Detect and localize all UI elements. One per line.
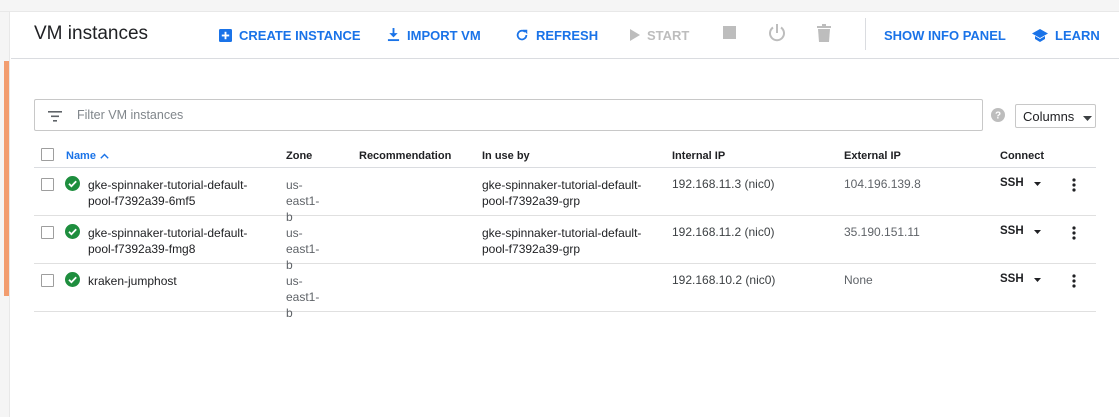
import-vm-label: IMPORT VM [407, 27, 481, 43]
columns-label: Columns [1023, 108, 1075, 124]
instance-in-use-by-line2: pool-f7392a39-grp [482, 194, 581, 208]
refresh-icon [515, 28, 529, 42]
instance-in-use-by-line2: pool-f7392a39-grp [482, 242, 581, 256]
instance-name-line1: gke-spinnaker-tutorial-default- [88, 226, 248, 240]
column-header-in-use-by: In use by [482, 150, 530, 162]
instance-name[interactable]: kraken-jumphost [88, 273, 263, 289]
instance-name-line1: kraken-jumphost [88, 274, 177, 288]
column-header-name: Name [66, 150, 96, 162]
column-header-connect: Connect [1000, 150, 1044, 162]
play-icon [630, 29, 640, 41]
columns-button[interactable]: Columns [1015, 104, 1096, 128]
page-title: VM instances [34, 23, 149, 44]
instance-external-ip: 35.190.151.11 [844, 225, 920, 239]
instance-name[interactable]: gke-spinnaker-tutorial-default- pool-f73… [88, 177, 263, 209]
column-header-internal-ip: Internal IP [672, 150, 726, 162]
instance-in-use-by-line1: gke-spinnaker-tutorial-default- [482, 178, 642, 192]
more-vert-icon[interactable] [1072, 274, 1076, 291]
arrow-up-icon [100, 150, 109, 162]
row-checkbox[interactable] [41, 178, 54, 191]
instance-name-line1: gke-spinnaker-tutorial-default- [88, 178, 248, 192]
toolbar-separator [865, 18, 866, 50]
show-info-panel-button[interactable]: SHOW INFO PANEL [884, 26, 1006, 44]
ssh-button[interactable]: SSH [1000, 177, 1041, 189]
learn-button[interactable]: LEARN [1032, 26, 1100, 44]
learn-label: LEARN [1055, 27, 1100, 43]
row-checkbox[interactable] [41, 226, 54, 239]
help-icon[interactable]: ? [991, 108, 1005, 127]
column-header-recommendation: Recommendation [359, 150, 452, 162]
instance-in-use-by[interactable]: gke-spinnaker-tutorial-default- pool-f73… [482, 177, 662, 209]
column-header-external-ip: External IP [844, 150, 901, 162]
select-all-checkbox[interactable] [41, 148, 54, 161]
import-vm-button[interactable]: IMPORT VM [387, 26, 481, 44]
reset-button[interactable] [766, 23, 788, 48]
row-checkbox[interactable] [41, 274, 54, 287]
ssh-button[interactable]: SSH [1000, 225, 1041, 237]
table-row: gke-spinnaker-tutorial-default- pool-f73… [34, 168, 1096, 224]
school-icon [1032, 28, 1048, 42]
arrow-drop-down-icon[interactable] [1033, 177, 1041, 189]
more-vert-icon[interactable] [1072, 226, 1076, 243]
instance-external-ip: None [844, 273, 873, 287]
instance-name-line2: pool-f7392a39-6mf5 [88, 194, 196, 208]
check-circle-icon [65, 224, 80, 242]
check-circle-icon [65, 176, 80, 194]
arrow-drop-down-icon[interactable] [1033, 273, 1041, 285]
instance-name[interactable]: gke-spinnaker-tutorial-default- pool-f73… [88, 225, 263, 257]
table-header: Name Zone Recommendation In use by Inter… [34, 143, 1096, 168]
toolbar: VM instances CREATE INSTANCE IMPORT VM R… [11, 13, 1119, 59]
instance-zone-line1: us- [286, 274, 303, 288]
instance-in-use-by[interactable]: gke-spinnaker-tutorial-default- pool-f73… [482, 225, 662, 257]
svg-text:?: ? [995, 111, 1001, 122]
stop-button[interactable] [718, 24, 740, 46]
check-circle-icon [65, 272, 80, 290]
start-label: START [647, 27, 690, 43]
start-button[interactable]: START [630, 26, 689, 44]
sort-by-name[interactable]: Name [66, 150, 109, 162]
instance-zone-line2: east1-b [286, 290, 320, 320]
instance-in-use-by-line1: gke-spinnaker-tutorial-default- [482, 226, 642, 240]
arrow-drop-down-icon[interactable] [1033, 225, 1041, 237]
instance-internal-ip: 192.168.11.3 (nic0) [672, 177, 775, 191]
show-info-panel-label: SHOW INFO PANEL [884, 27, 1006, 43]
column-header-zone: Zone [286, 150, 313, 162]
create-instance-button[interactable]: CREATE INSTANCE [219, 26, 361, 44]
instance-zone-line1: us- [286, 178, 303, 192]
instance-zone: us- east1-b [286, 273, 326, 321]
side-indicator [4, 61, 9, 296]
ssh-label: SSH [1000, 225, 1024, 237]
refresh-label: REFRESH [536, 27, 599, 43]
download-icon [387, 28, 400, 42]
more-vert-icon[interactable] [1072, 178, 1076, 195]
ssh-label: SSH [1000, 177, 1024, 189]
ssh-button[interactable]: SSH [1000, 273, 1041, 285]
filter-list-icon [48, 109, 62, 127]
refresh-button[interactable]: REFRESH [515, 26, 598, 44]
trash-icon [817, 23, 831, 47]
create-instance-label: CREATE INSTANCE [239, 27, 361, 43]
arrow-drop-down-icon [1083, 109, 1093, 124]
add-box-icon [219, 28, 232, 42]
instance-internal-ip: 192.168.11.2 (nic0) [672, 225, 775, 239]
table-row: kraken-jumphost us- east1-b 192.168.10.2… [34, 264, 1096, 320]
instances-table: Name Zone Recommendation In use by Inter… [34, 143, 1096, 320]
instance-internal-ip: 192.168.10.2 (nic0) [672, 273, 776, 287]
filter-bar [34, 99, 983, 131]
ssh-label: SSH [1000, 273, 1024, 285]
filter-input[interactable] [77, 106, 957, 124]
instance-external-ip: 104.196.139.8 [844, 177, 921, 191]
power-icon [767, 23, 787, 48]
top-frame [0, 0, 1119, 12]
delete-button[interactable] [813, 23, 835, 47]
table-row: gke-spinnaker-tutorial-default- pool-f73… [34, 216, 1096, 272]
instance-name-line2: pool-f7392a39-fmg8 [88, 242, 196, 256]
instance-zone-line1: us- [286, 226, 303, 240]
stop-icon [722, 26, 736, 44]
